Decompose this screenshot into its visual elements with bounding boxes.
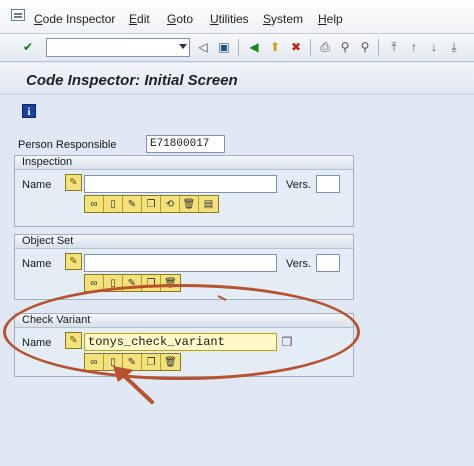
annotation-arrow-icon — [113, 295, 227, 404]
